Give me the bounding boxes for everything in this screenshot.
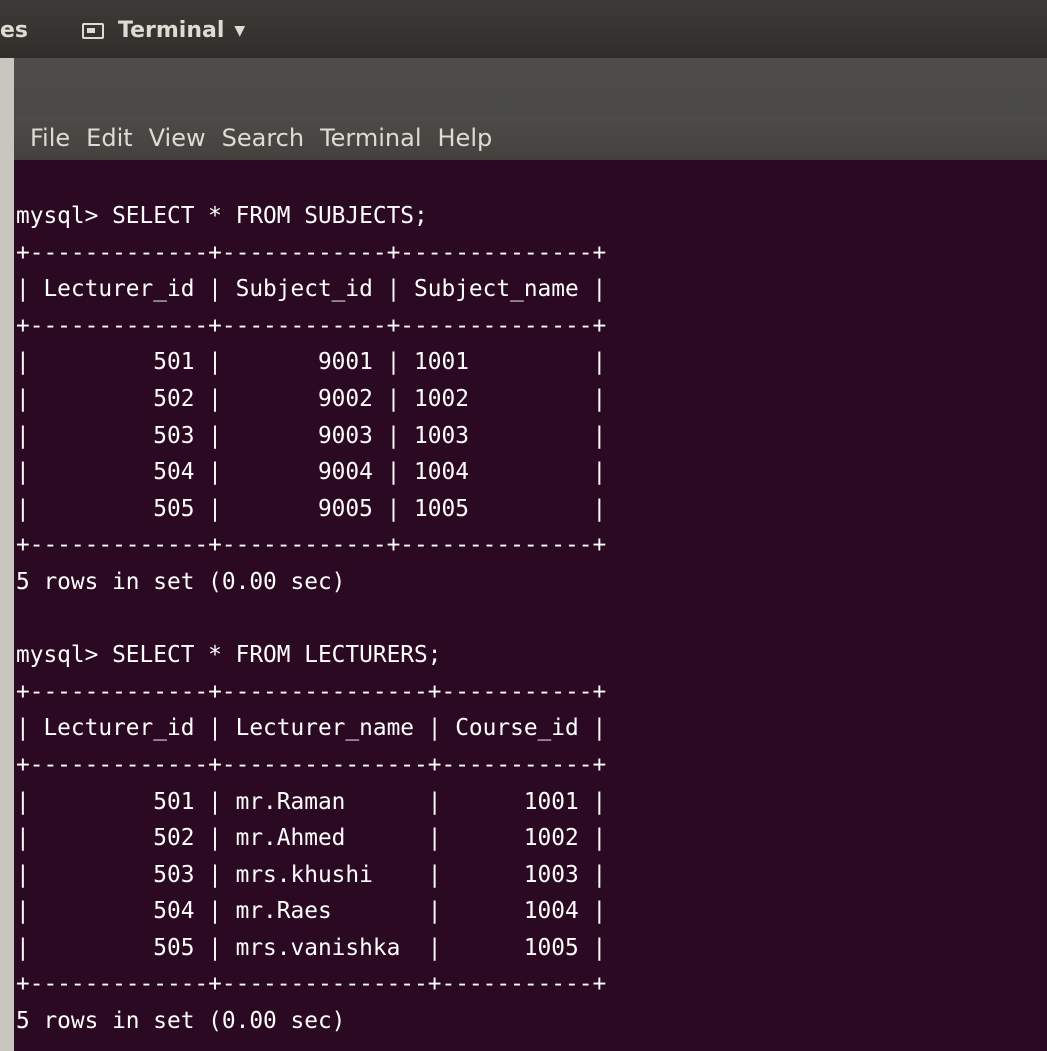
terminal-text: mysql> SELECT * FROM SUBJECTS; +---------… — [16, 198, 606, 1040]
terminal-line: +-------------+------------+------------… — [16, 239, 607, 266]
window-title-bar[interactable] — [14, 58, 1047, 116]
terminal-line: | 503 | 9003 | 1003 | — [16, 422, 607, 449]
top-panel: es Terminal ▼ — [0, 0, 1047, 58]
terminal-line: | 504 | mr.Raes | 1004 | — [16, 898, 607, 925]
terminal-line: | 501 | mr.Raman | 1001 | — [16, 788, 607, 815]
menu-terminal[interactable]: Terminal — [312, 116, 429, 160]
screenshot-frame: es Terminal ▼ File Edit View Search Term… — [0, 0, 1047, 1051]
menu-edit[interactable]: Edit — [78, 116, 140, 160]
menu-file[interactable]: File — [14, 116, 78, 160]
terminal-line: +-------------+------------+------------… — [16, 312, 607, 339]
terminal-line: | Lecturer_id | Subject_id | Subject_nam… — [16, 276, 607, 303]
terminal-line: | 501 | 9001 | 1001 | — [16, 349, 607, 376]
menu-help[interactable]: Help — [430, 116, 501, 160]
terminal-line: mysql> SELECT * FROM LECTURERS; — [16, 642, 442, 669]
terminal-line: 5 rows in set (0.00 sec) — [16, 568, 346, 595]
terminal-output[interactable]: mysql> SELECT * FROM SUBJECTS; +---------… — [14, 160, 1047, 1051]
menu-view[interactable]: View — [141, 116, 214, 160]
terminal-line: +-------------+---------------+---------… — [16, 971, 607, 998]
terminal-app-menu[interactable]: Terminal ▼ — [82, 18, 245, 44]
terminal-line: | 505 | mrs.vanishka | 1005 | — [16, 934, 607, 961]
terminal-line: 5 rows in set (0.00 sec) — [16, 1008, 346, 1035]
terminal-line: | 503 | mrs.khushi | 1003 | — [16, 861, 607, 888]
terminal-line: | 502 | 9002 | 1002 | — [16, 385, 607, 412]
terminal-line: | Lecturer_id | Lecturer_name | Course_i… — [16, 715, 607, 742]
menu-search[interactable]: Search — [214, 116, 312, 160]
terminal-line: | 505 | 9005 | 1005 | — [16, 495, 607, 522]
terminal-line: +-------------+------------+------------… — [16, 532, 607, 559]
terminal-icon — [82, 23, 104, 39]
terminal-line: +-------------+---------------+---------… — [16, 678, 607, 705]
terminal-line: +-------------+---------------+---------… — [16, 751, 607, 778]
chevron-down-icon: ▼ — [234, 23, 246, 39]
top-panel-crumb[interactable]: es — [0, 18, 28, 44]
terminal-line: mysql> SELECT * FROM SUBJECTS; — [16, 203, 428, 229]
terminal-line: | 502 | mr.Ahmed | 1002 | — [16, 825, 607, 852]
menu-bar: File Edit View Search Terminal Help — [14, 116, 1047, 160]
app-menu-label: Terminal — [118, 18, 225, 43]
terminal-line: | 504 | 9004 | 1004 | — [16, 459, 607, 486]
window-left-edge — [0, 58, 14, 1051]
